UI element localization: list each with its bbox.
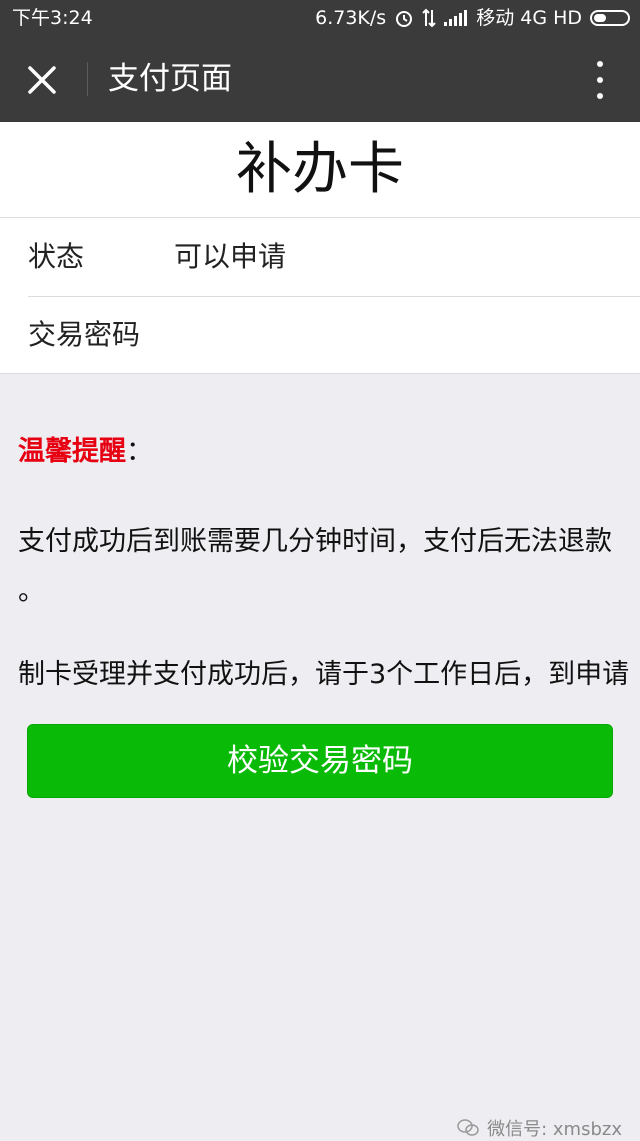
page-title: 支付页面 bbox=[108, 61, 232, 97]
status-right: 6.73K/s 移动 4G HD bbox=[315, 0, 630, 36]
title-bar: 支付页面 bbox=[0, 36, 640, 122]
watermark: 微信号: xmsbzx bbox=[457, 1115, 622, 1141]
card-heading: 补办卡 bbox=[0, 122, 640, 217]
status-time: 下午3:24 bbox=[12, 7, 93, 29]
verify-password-button[interactable]: 校验交易密码 bbox=[27, 724, 613, 798]
password-label: 交易密码 bbox=[28, 318, 141, 351]
notice-paragraph-2: 制卡受理并支付成功后，请于3个工作日后，到申请 bbox=[18, 659, 630, 690]
status-value: 可以申请 bbox=[174, 240, 287, 273]
info-form: 状态 可以申请 交易密码 bbox=[0, 217, 640, 374]
more-dot-icon bbox=[597, 61, 603, 67]
close-icon bbox=[28, 66, 56, 94]
signal-icon bbox=[444, 0, 468, 36]
notice-paragraph-1-tail: 。 bbox=[18, 576, 45, 607]
status-bar: 下午3:24 6.73K/s 移动 4G HD bbox=[0, 0, 640, 36]
more-menu-button[interactable] bbox=[582, 57, 618, 103]
status-row: 状态 可以申请 bbox=[0, 218, 640, 297]
watermark-text: 微信号: xmsbzx bbox=[487, 1119, 622, 1140]
data-transfer-icon bbox=[422, 0, 436, 36]
alarm-icon bbox=[394, 0, 414, 36]
carrier-label: 移动 4G HD bbox=[476, 7, 582, 29]
notice-paragraph-1: 支付成功后到账需要几分钟时间，支付后无法退款 bbox=[18, 526, 612, 557]
password-row: 交易密码 bbox=[0, 296, 640, 374]
notice-title: 温馨提醒： bbox=[18, 428, 640, 476]
title-divider bbox=[87, 62, 88, 96]
more-dot-icon bbox=[597, 77, 603, 83]
notice-title-text: 温馨提醒 bbox=[18, 436, 126, 467]
network-speed: 6.73K/s bbox=[315, 7, 387, 29]
notice-section: 温馨提醒： bbox=[18, 428, 640, 476]
battery-icon bbox=[590, 0, 630, 36]
close-button[interactable] bbox=[18, 56, 66, 104]
more-dot-icon bbox=[597, 93, 603, 99]
notice-colon: ： bbox=[126, 436, 153, 467]
wechat-icon bbox=[457, 1119, 479, 1136]
password-field[interactable] bbox=[174, 310, 614, 360]
status-label: 状态 bbox=[28, 240, 85, 273]
